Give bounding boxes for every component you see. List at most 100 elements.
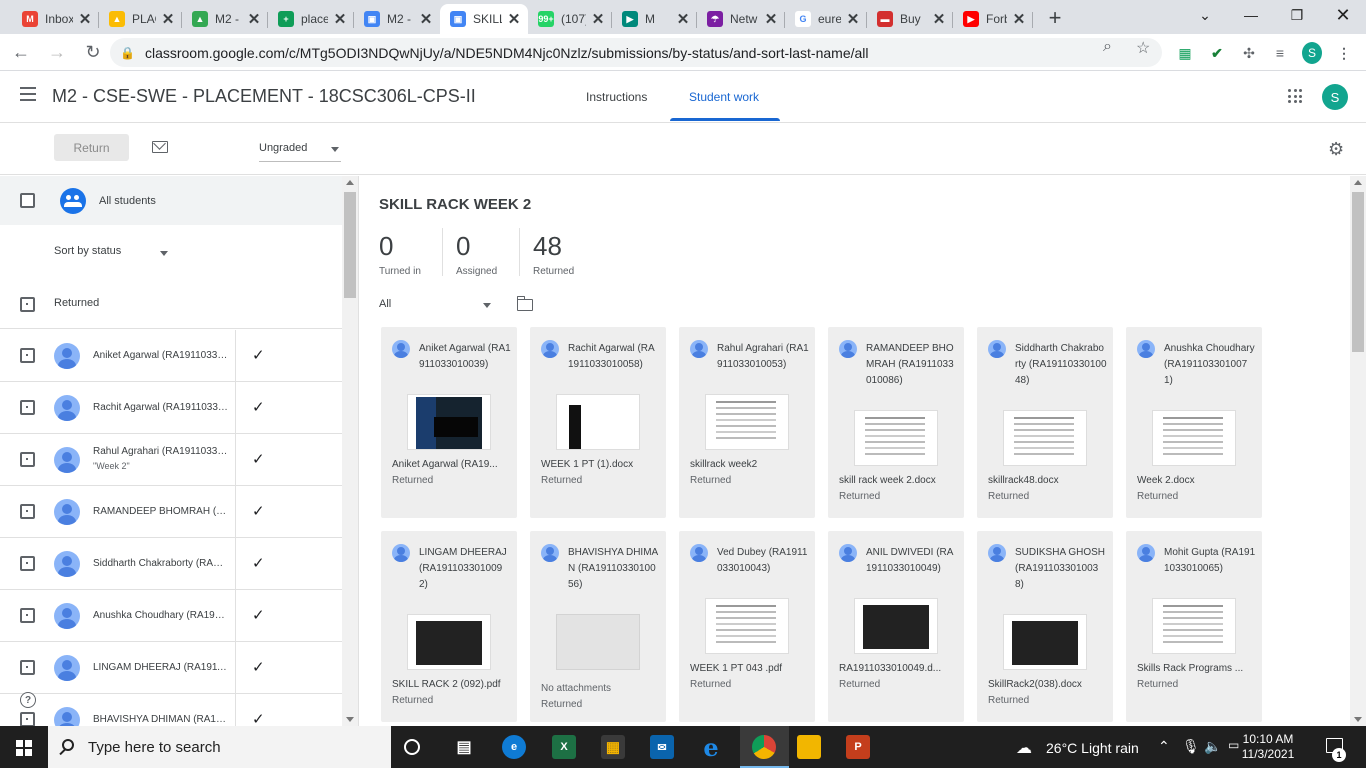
browser-tab[interactable]: + place ✕ — [268, 4, 354, 34]
tab-close-icon[interactable]: ✕ — [246, 10, 262, 28]
tab-search-icon[interactable]: ⌄ — [1182, 0, 1228, 30]
scroll-down-icon[interactable] — [1354, 717, 1362, 722]
browser-tab[interactable]: ▣ SKILL ✕ — [440, 4, 528, 34]
microphone-icon[interactable]: 🎙 — [1182, 738, 1200, 755]
browser-menu-icon[interactable]: ⋮ — [1334, 43, 1354, 63]
submission-card[interactable]: BHAVISHYA DHIMAN (RA1911033010056) No att… — [530, 531, 666, 722]
sheets-extension-icon[interactable]: ▦ — [1175, 43, 1195, 63]
attachment-filename[interactable]: skill rack week 2.docx — [839, 475, 957, 486]
weather-icon[interactable]: ☁ — [1016, 738, 1032, 758]
attachment-filename[interactable]: skillrack48.docx — [988, 475, 1106, 486]
system-clock[interactable]: 10:10 AM 11/3/2021 — [1228, 732, 1308, 762]
tab-close-icon[interactable]: ✕ — [418, 10, 434, 28]
email-icon[interactable] — [152, 141, 168, 153]
submission-filter-select[interactable]: All — [379, 298, 491, 310]
browser-tab[interactable]: ▣ M2 - ✕ — [354, 4, 440, 34]
student-row[interactable]: Rachit Agarwal (RA1911033010058) ✓ — [0, 382, 342, 434]
attachment-thumbnail[interactable] — [407, 394, 491, 450]
google-apps-icon[interactable] — [1288, 89, 1302, 103]
student-row[interactable]: RAMANDEEP BHOMRAH (RA1911033010086) ✓ — [0, 486, 342, 538]
scroll-up-icon[interactable] — [1354, 180, 1362, 185]
student-row[interactable]: LINGAM DHEERAJ (RA1911033010092) ✓ — [0, 642, 342, 694]
sort-select[interactable]: Sort by status — [54, 245, 170, 257]
powerpoint-icon[interactable]: P — [846, 735, 870, 759]
attachment-thumbnail[interactable] — [854, 410, 938, 466]
edge-browser-icon[interactable]: e — [502, 735, 526, 759]
browser-tab[interactable]: ☂ Netw ✕ — [697, 4, 785, 34]
submission-card[interactable]: SUDIKSHA GHOSH (RA1911033010038) SkillRac… — [977, 531, 1113, 722]
profile-avatar[interactable]: S — [1302, 42, 1322, 64]
browser-tab[interactable]: ▶ Forb ✕ — [953, 4, 1033, 34]
attachment-thumbnail[interactable] — [407, 614, 491, 670]
attachment-thumbnail[interactable] — [1152, 410, 1236, 466]
attachment-thumbnail[interactable] — [1003, 410, 1087, 466]
tab-close-icon[interactable]: ✕ — [763, 10, 779, 28]
account-avatar[interactable]: S — [1322, 84, 1348, 110]
forward-icon[interactable]: → — [42, 37, 72, 67]
submission-card[interactable]: Siddharth Chakraborty (RA1911033010048) s… — [977, 327, 1113, 518]
browser-tab[interactable]: ▬ Buy ✕ — [867, 4, 953, 34]
file-explorer-icon[interactable] — [797, 735, 821, 759]
check-extension-icon[interactable]: ✔ — [1207, 43, 1227, 63]
scrollbar-thumb[interactable] — [344, 192, 356, 298]
attachment-thumbnail[interactable] — [705, 394, 789, 450]
tab-close-icon[interactable]: ✕ — [931, 10, 947, 28]
tab-close-icon[interactable]: ✕ — [1011, 10, 1027, 28]
attachment-filename[interactable]: SKILL RACK 2 (092).pdf — [392, 679, 510, 690]
section-checkbox[interactable] — [20, 297, 35, 312]
close-window-button[interactable]: ✕ — [1320, 0, 1366, 30]
attachment-thumbnail[interactable] — [705, 598, 789, 654]
scrollbar-thumb[interactable] — [1352, 192, 1364, 352]
tab-close-icon[interactable]: ✕ — [590, 10, 606, 28]
student-row[interactable]: Rahul Agrahari (RA1911033010053) "Week 2"… — [0, 434, 342, 486]
student-checkbox[interactable] — [20, 608, 35, 623]
bookmark-star-icon[interactable]: ☆ — [1136, 38, 1150, 58]
scroll-up-icon[interactable] — [346, 180, 354, 185]
browser-tab[interactable]: ▲ M2 - ✕ — [182, 4, 268, 34]
weather-text[interactable]: 26°C Light rain — [1046, 740, 1139, 756]
student-checkbox[interactable] — [20, 348, 35, 363]
student-row[interactable]: Siddharth Chakraborty (RA1911033010048) ✓ — [0, 538, 342, 590]
select-all-checkbox[interactable] — [20, 193, 35, 208]
browser-tab[interactable]: 99+ (107) ✕ — [528, 4, 612, 34]
tab-student-work[interactable]: Student work — [689, 90, 759, 104]
back-icon[interactable]: ← — [6, 37, 36, 67]
attachment-filename[interactable]: skillrack week2 — [690, 459, 808, 470]
submission-card[interactable]: Ved Dubey (RA1911033010043) WEEK 1 PT 043… — [679, 531, 815, 722]
submission-card[interactable]: ANIL DWIVEDI (RA1911033010049) RA19110330… — [828, 531, 964, 722]
windows-start-icon[interactable] — [16, 740, 32, 756]
minimize-button[interactable]: — — [1228, 0, 1274, 30]
address-bar[interactable]: 🔒 classroom.google.com/c/MTg5ODI3NDQwNjU… — [110, 38, 1162, 67]
chrome-icon[interactable] — [752, 735, 776, 759]
scroll-down-icon[interactable] — [346, 717, 354, 722]
student-list-scrollbar[interactable] — [342, 176, 358, 726]
task-view-icon[interactable]: ▤ — [452, 735, 476, 759]
tab-close-icon[interactable]: ✕ — [160, 10, 176, 28]
internet-explorer-icon[interactable]: e — [699, 733, 723, 762]
tab-close-icon[interactable]: ✕ — [332, 10, 348, 28]
extensions-puzzle-icon[interactable]: ✣ — [1239, 43, 1259, 63]
folder-icon[interactable] — [516, 296, 533, 311]
submission-card[interactable]: Anushka Choudhary (RA1911033010071) Week … — [1126, 327, 1262, 518]
attachment-filename[interactable]: RA1911033010049.d... — [839, 663, 957, 674]
attachment-filename[interactable]: WEEK 1 PT 043 .pdf — [690, 663, 808, 674]
attachment-thumbnail[interactable] — [854, 598, 938, 654]
submission-card[interactable]: LINGAM DHEERAJ (RA1911033010092) SKILL RA… — [381, 531, 517, 722]
attachment-thumbnail[interactable] — [1003, 614, 1087, 670]
attachment-filename[interactable]: WEEK 1 PT (1).docx — [541, 459, 659, 470]
all-students-row[interactable]: All students — [0, 176, 342, 225]
reload-icon[interactable]: ↻ — [78, 37, 108, 67]
submission-card[interactable]: Aniket Agarwal (RA1911033010039) Aniket A… — [381, 327, 517, 518]
gear-icon[interactable]: ⚙ — [1328, 139, 1344, 160]
submission-card[interactable]: Mohit Gupta (RA1911033010065) Skills Rack… — [1126, 531, 1262, 722]
student-checkbox[interactable] — [20, 504, 35, 519]
zoom-search-icon[interactable]: ⌕ — [1103, 38, 1112, 56]
submission-card[interactable]: Rachit Agarwal (RA1911033010058) WEEK 1 P… — [530, 327, 666, 518]
volume-icon[interactable]: 🔈 — [1204, 738, 1221, 755]
help-icon[interactable]: ? — [20, 692, 36, 708]
mail-app-icon[interactable]: ✉ — [650, 735, 674, 759]
attachment-filename[interactable]: Skills Rack Programs ... — [1137, 663, 1255, 674]
excel-icon[interactable]: X — [552, 735, 576, 759]
media-control-icon[interactable]: ≡ — [1270, 43, 1290, 63]
attachment-thumbnail[interactable] — [556, 394, 640, 450]
